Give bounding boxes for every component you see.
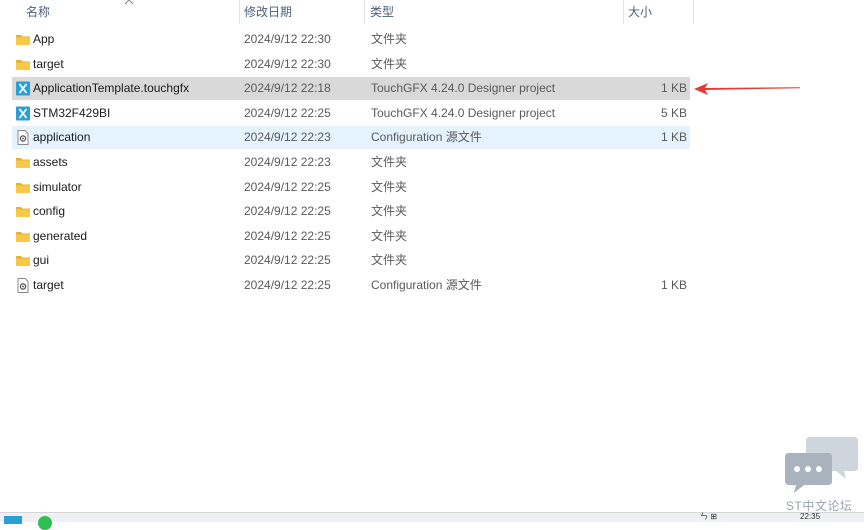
column-divider[interactable]	[364, 0, 365, 24]
green-app-taskbar-icon[interactable]	[38, 516, 52, 530]
file-size: 5 KB	[660, 105, 687, 120]
touchgfx-icon	[15, 81, 31, 96]
file-row[interactable]: config 2024/9/12 22:25 文件夹	[12, 200, 690, 223]
taskbar-clock[interactable]: 22:35	[800, 513, 820, 521]
folder-icon	[16, 207, 30, 218]
file-row[interactable]: STM32F429BI 2024/9/12 22:25 TouchGFX 4.24.…	[12, 102, 690, 125]
file-name: assets	[33, 155, 68, 169]
file-row[interactable]: simulator 2024/9/12 22:25 文件夹	[12, 176, 690, 199]
file-row[interactable]: assets 2024/9/12 22:23 文件夹	[12, 151, 690, 174]
file-size: 1 KB	[660, 130, 687, 145]
config-file-icon	[15, 278, 31, 293]
file-row[interactable]: target 2024/9/12 22:30 文件夹	[12, 53, 690, 76]
file-row[interactable]: generated 2024/9/12 22:25 文件夹	[12, 225, 690, 248]
file-date: 2024/9/12 22:25	[244, 253, 331, 268]
file-name: gui	[33, 253, 50, 268]
touchgfx-taskbar-icon[interactable]	[4, 516, 22, 524]
file-type: 文件夹	[371, 56, 408, 71]
file-type: TouchGFX 4.24.0 Designer project	[371, 105, 556, 120]
file-date: 2024/9/12 22:23	[244, 130, 331, 145]
folder-icon	[15, 155, 31, 170]
tray-icons[interactable]: ㄣ ⊞	[700, 513, 717, 521]
file-name: STM32F429BI	[33, 105, 111, 120]
file-type: 文件夹	[371, 32, 408, 46]
file-type: 文件夹	[371, 228, 408, 243]
file-row[interactable]: App 2024/9/12 22:30 文件夹	[12, 28, 690, 51]
folder-icon	[16, 182, 30, 193]
config-file-icon	[17, 278, 29, 293]
folder-icon	[15, 229, 31, 244]
file-date: 2024/9/12 22:25	[244, 179, 331, 194]
file-type: 文件夹	[371, 253, 408, 268]
folder-icon	[16, 59, 30, 70]
column-header: 名称 修改日期 类型 大小	[0, 0, 864, 24]
column-type[interactable]: 类型	[366, 0, 622, 24]
column-size[interactable]: 大小	[624, 0, 692, 24]
file-name: target	[33, 278, 64, 292]
folder-icon	[15, 32, 31, 47]
file-name: App	[33, 32, 55, 46]
file-name: application	[33, 130, 91, 145]
file-row[interactable]: ApplicationTemplate.touchgfx 2024/9/12 22…	[12, 77, 690, 101]
folder-icon	[15, 180, 31, 195]
file-type: 文件夹	[371, 204, 408, 219]
folder-icon	[15, 204, 31, 219]
folder-icon	[16, 256, 30, 267]
touchgfx-icon	[15, 106, 31, 121]
file-type: 文件夹	[371, 179, 408, 194]
folder-icon	[15, 253, 31, 268]
file-date: 2024/9/12 22:30	[244, 56, 331, 71]
column-divider[interactable]	[693, 0, 694, 24]
file-date: 2024/9/12 22:18	[244, 81, 331, 96]
file-date: 2024/9/12 22:25	[244, 228, 331, 243]
file-name: generated	[33, 228, 88, 243]
file-date: 2024/9/12 22:30	[244, 32, 331, 46]
file-type: TouchGFX 4.24.0 Designer project	[371, 81, 556, 96]
file-size: 1 KB	[660, 278, 687, 292]
touchgfx-icon	[16, 81, 30, 96]
file-date: 2024/9/12 22:25	[244, 204, 331, 219]
file-size: 1 KB	[660, 81, 687, 96]
file-name: config	[33, 204, 66, 219]
file-name: target	[33, 56, 64, 71]
config-file-icon	[15, 130, 31, 146]
config-file-icon	[17, 130, 29, 146]
file-date: 2024/9/12 22:25	[244, 278, 331, 292]
column-date[interactable]: 修改日期	[240, 0, 364, 24]
file-date: 2024/9/12 22:25	[244, 105, 331, 120]
chat-bubbles-watermark-icon	[785, 437, 858, 493]
file-name: ApplicationTemplate.touchgfx	[33, 81, 190, 96]
file-type: 文件夹	[371, 155, 408, 169]
folder-icon	[16, 231, 30, 242]
file-type: Configuration 源文件	[371, 130, 482, 145]
file-name: simulator	[33, 179, 82, 194]
file-row[interactable]: application 2024/9/12 22:23 Configuration …	[12, 126, 690, 150]
file-date: 2024/9/12 22:23	[244, 155, 331, 169]
file-type: Configuration 源文件	[371, 278, 482, 292]
folder-icon	[16, 158, 30, 168]
red-arrow-annotation	[694, 83, 800, 95]
sort-ascending-icon	[124, 0, 134, 5]
folder-icon	[16, 35, 30, 45]
folder-icon	[15, 57, 31, 72]
touchgfx-icon	[16, 106, 30, 121]
file-row[interactable]: gui 2024/9/12 22:25 文件夹	[12, 249, 690, 272]
file-row[interactable]: target 2024/9/12 22:25 Configuration 源文件 1 …	[12, 274, 690, 297]
